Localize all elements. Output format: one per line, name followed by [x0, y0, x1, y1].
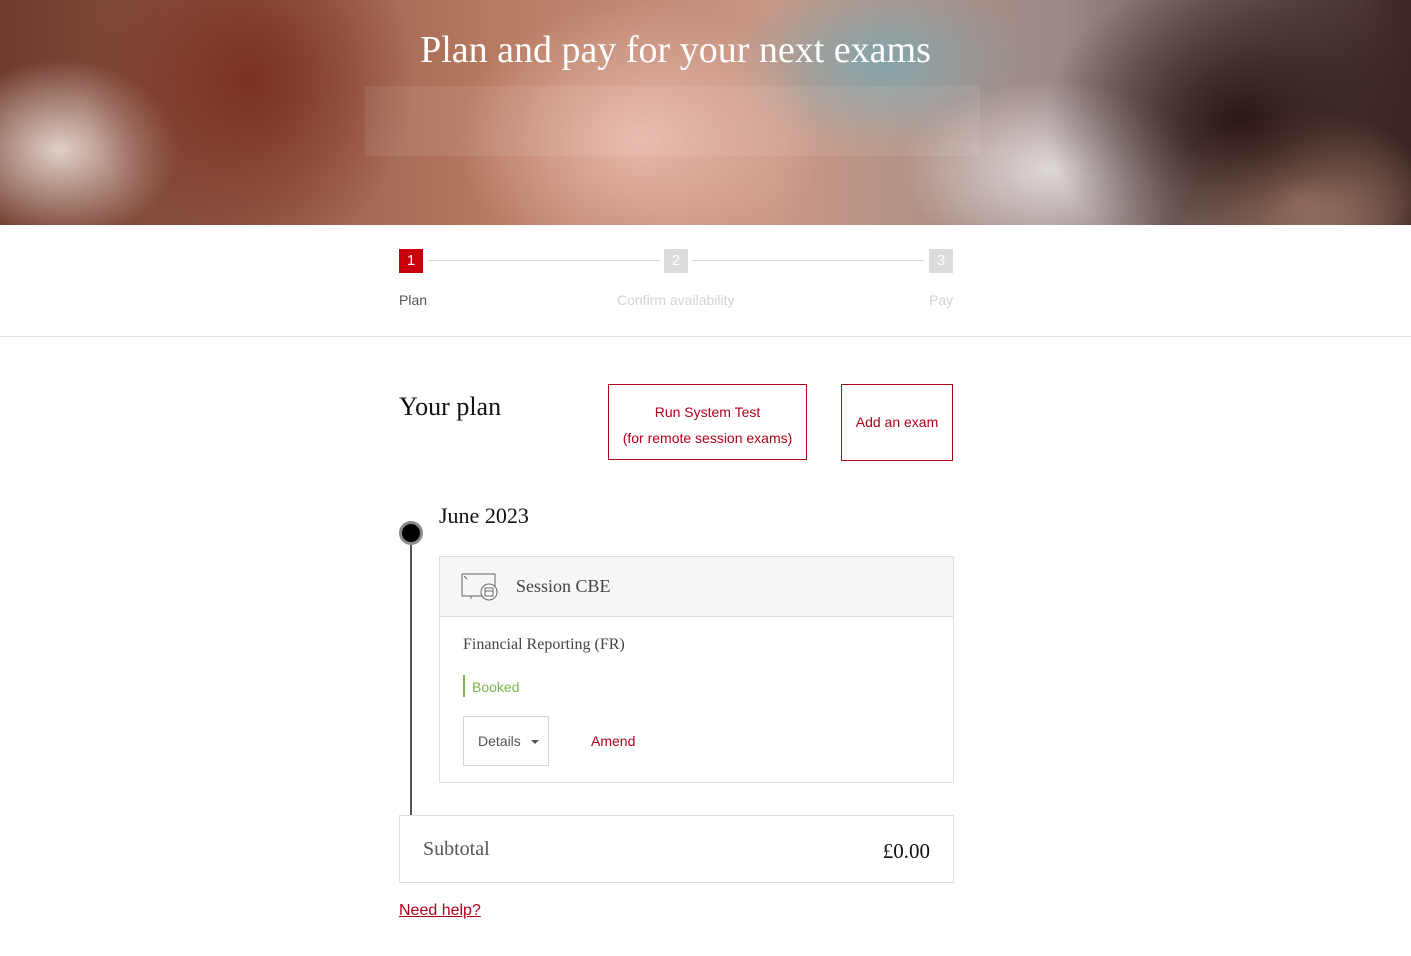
need-help-link[interactable]: Need help? — [399, 902, 481, 920]
timeline-dot — [399, 521, 423, 545]
step-1-label: Plan — [399, 292, 428, 308]
details-label: Details — [478, 733, 521, 749]
chevron-down-icon — [531, 740, 539, 744]
month-heading: June 2023 — [439, 503, 529, 528]
amend-link[interactable]: Amend — [591, 733, 635, 749]
step-1-number: 1 — [399, 249, 423, 273]
header-divider — [0, 336, 1411, 337]
progress-stepper: 1 2 3 Plan Confirm availability Pay — [399, 249, 953, 319]
subtotal-panel: Subtotal £0.00 — [399, 815, 954, 883]
session-card-header: Session CBE — [440, 557, 953, 617]
subtotal-label: Subtotal — [423, 838, 490, 860]
computer-calendar-icon — [461, 573, 501, 601]
plan-heading: Your plan — [399, 392, 502, 421]
step-3-label: Pay — [929, 292, 954, 308]
add-exam-button[interactable]: Add an exam — [841, 384, 953, 461]
session-card: Session CBE Financial Reporting (FR) Boo… — [439, 556, 954, 783]
step-2-label: Confirm availability — [617, 292, 735, 308]
hero-title-band — [365, 86, 980, 156]
session-type-label: Session CBE — [516, 576, 611, 596]
step-connector-2 — [692, 260, 924, 261]
run-system-test-button[interactable]: Run System Test (for remote session exam… — [608, 384, 807, 460]
step-2-number: 2 — [664, 249, 688, 273]
step-connector-1 — [428, 260, 660, 261]
exam-name: Financial Reporting (FR) — [463, 636, 625, 653]
step-3-number: 3 — [929, 249, 953, 273]
subtotal-value: £0.00 — [882, 839, 930, 863]
details-dropdown-button[interactable]: Details — [463, 716, 549, 766]
run-system-test-sublabel: (for remote session exams) — [622, 430, 793, 446]
run-system-test-label: Run System Test — [654, 404, 761, 420]
timeline-line — [410, 545, 412, 815]
page-title: Plan and pay for your next exams — [420, 29, 931, 71]
status-badge: Booked — [463, 675, 519, 697]
hero-banner: Plan and pay for your next exams — [0, 0, 1411, 225]
